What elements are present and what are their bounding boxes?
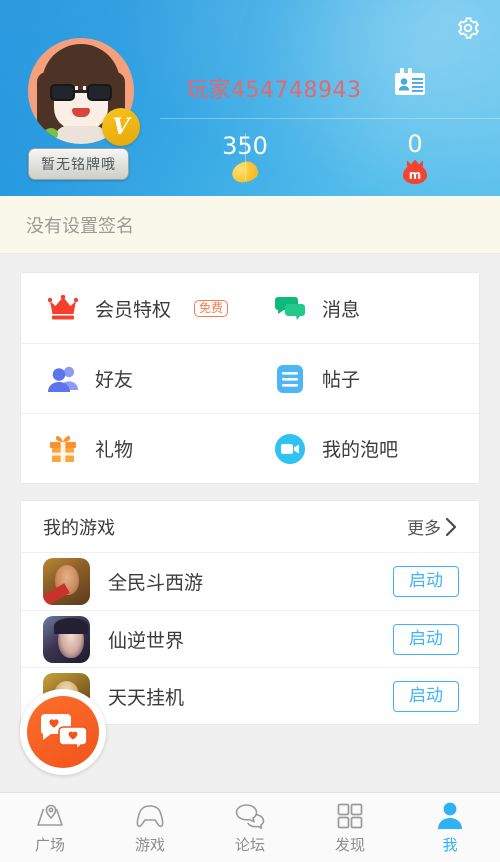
launch-button[interactable]: 启动 (393, 566, 459, 597)
menu-item-vip-label: 会员特权 (95, 298, 172, 321)
game-name: 天天挂机 (108, 686, 185, 709)
tab-plaza-label: 广场 (34, 835, 65, 854)
tab-games[interactable]: 游戏 (100, 793, 200, 862)
stats-row: 350 0 m (160, 119, 500, 196)
id-card-icon (395, 68, 425, 95)
friends-icon (47, 363, 79, 395)
stat-money-value: 0 (407, 129, 423, 158)
gear-icon (458, 17, 480, 39)
game-icon-fantasy-girl (43, 615, 90, 663)
profile-header: V 暂无铭牌哦 玩家454748943 350 0 m (0, 0, 500, 196)
menu-item-my-bar-label: 我的泡吧 (322, 439, 399, 461)
chat-hearts-icon (27, 696, 99, 768)
menu-item-gifts[interactable]: 礼物 (21, 414, 252, 483)
menu-item-messages-label: 消息 (322, 298, 361, 321)
tab-games-label: 游戏 (134, 835, 165, 854)
game-icon-monkey-king (43, 558, 90, 605)
avatar-mouth (72, 108, 90, 117)
bottom-navigation: 广场 游戏 论坛 发现 我 (0, 792, 500, 862)
chevron-right-icon (445, 517, 457, 536)
avatar-bangs (50, 60, 112, 93)
id-card-button[interactable] (386, 60, 434, 104)
tab-me-label: 我 (442, 835, 458, 854)
post-list-icon (274, 363, 306, 395)
menu-item-friends[interactable]: 好友 (21, 344, 252, 413)
avatar[interactable]: V (28, 38, 140, 146)
menu-item-friends-label: 好友 (95, 369, 134, 391)
launch-button[interactable]: 启动 (393, 623, 459, 655)
my-games-title: 我的游戏 (43, 517, 115, 539)
my-games-header: 我的游戏 更多 (21, 501, 479, 553)
chat-bubbles-icon (234, 801, 266, 829)
menu-row: 好友 帖子 (21, 343, 479, 413)
stat-separator (245, 133, 246, 181)
vip-badge: V (102, 108, 140, 146)
menu-row: 礼物 我的泡吧 (21, 413, 479, 483)
launch-button[interactable]: 启动 (393, 680, 459, 712)
username: 玩家454748943 (186, 78, 362, 103)
menu-item-messages[interactable]: 消息 (252, 273, 479, 343)
game-list-item[interactable]: 仙逆世界 启动 (21, 610, 479, 667)
game-list-item[interactable]: 全民斗西游 启动 (21, 553, 479, 610)
avatar-accent (44, 128, 58, 140)
chat-fab-button[interactable] (20, 689, 106, 775)
avatar-body (55, 126, 107, 144)
tab-discover-label: 发现 (334, 835, 365, 854)
message-bubble-icon (274, 292, 306, 324)
free-badge: 免费 (194, 299, 229, 317)
menu-item-vip[interactable]: 会员特权 免费 (21, 273, 252, 343)
crown-icon (47, 292, 79, 324)
menu-row: 会员特权 免费 消息 (21, 273, 479, 343)
my-games-more-button[interactable]: 更多 (407, 514, 459, 539)
tab-forum-label: 论坛 (234, 835, 265, 854)
signature-bar[interactable]: 没有设置签名 (0, 196, 500, 254)
menu-item-posts-label: 帖子 (322, 369, 361, 391)
my-games-card: 我的游戏 更多 全民斗西游 启动 仙逆世界 启动 天天挂机 启动 (20, 500, 480, 725)
avatar-glasses (50, 84, 112, 101)
tab-me[interactable]: 我 (400, 793, 500, 862)
my-games-more-label: 更多 (407, 519, 441, 539)
gift-icon (47, 433, 79, 465)
menu-item-my-bar[interactable]: 我的泡吧 (252, 414, 479, 483)
app-screen: V 暂无铭牌哦 玩家454748943 350 0 m 没有设置签名 会员特权 … (0, 0, 500, 862)
gamepad-icon (134, 801, 166, 829)
menu-item-posts[interactable]: 帖子 (252, 344, 479, 413)
settings-button[interactable] (448, 8, 488, 48)
game-name: 全民斗西游 (108, 572, 204, 594)
money-bag-icon: m (402, 159, 428, 184)
person-icon (437, 801, 463, 829)
nameplate-badge[interactable]: 暂无铭牌哦 (28, 148, 129, 180)
menu-item-gifts-label: 礼物 (95, 439, 134, 461)
signature-text: 没有设置签名 (26, 215, 134, 237)
tab-forum[interactable]: 论坛 (200, 793, 300, 862)
map-pin-icon (35, 801, 65, 829)
tab-discover[interactable]: 发现 (300, 793, 400, 862)
grid-squares-icon (337, 801, 363, 829)
menu-card: 会员特权 免费 消息 好友 帖子 礼物 我的泡吧 (20, 272, 480, 484)
stat-money[interactable]: 0 m (330, 119, 500, 196)
game-name: 仙逆世界 (108, 629, 185, 652)
tab-plaza[interactable]: 广场 (0, 793, 100, 862)
video-camera-icon (274, 433, 306, 465)
money-bag-letter: m (408, 168, 422, 182)
stat-beans[interactable]: 350 (160, 119, 330, 196)
